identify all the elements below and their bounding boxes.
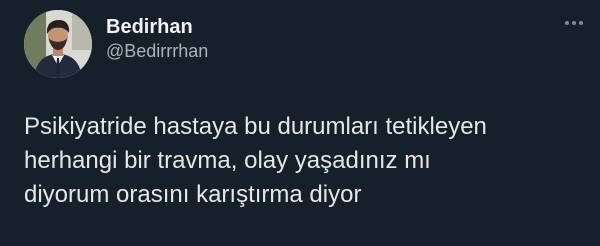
tweet-text-line: Psikiyatride hastaya bu durumları tetikl… [24, 113, 487, 140]
dot [579, 21, 583, 25]
dot [572, 21, 576, 25]
tweet-text: Psikiyatride hastaya bu durumları tetikl… [24, 110, 584, 212]
author-avatar[interactable] [24, 10, 92, 78]
author-display-name[interactable]: Bedirhan [106, 16, 193, 38]
tweet-text-line: herhangi bir travma, olay yaşadınız mı [24, 147, 431, 174]
dot [565, 21, 569, 25]
tweet-card: Bedirhan @Bedirrrhan Psikiyatride hastay… [0, 0, 600, 246]
tweet-text-line: diyorum orasını karıştırma diyor [24, 181, 362, 208]
more-options-icon[interactable] [562, 16, 586, 30]
author-handle[interactable]: @Bedirrrhan [106, 40, 208, 62]
profile-photo-icon [24, 10, 92, 78]
